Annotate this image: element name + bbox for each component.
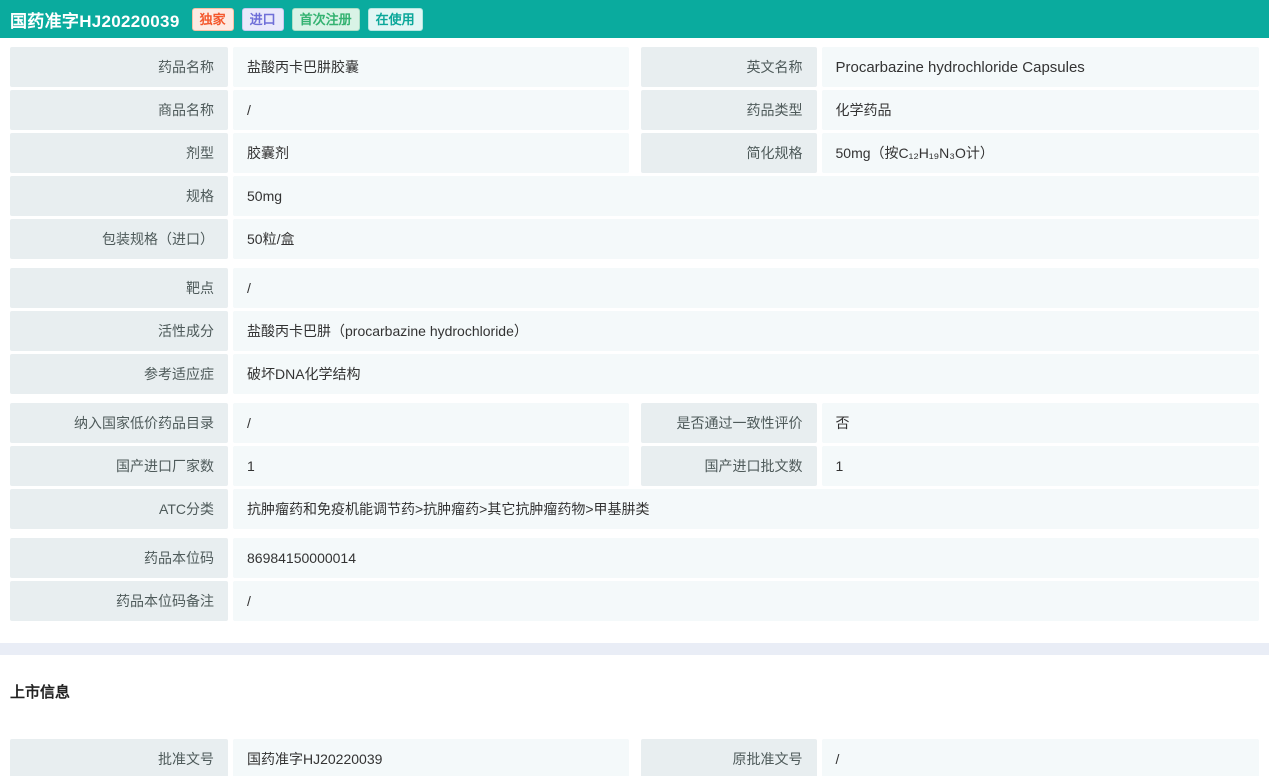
field-value: 1 — [233, 446, 629, 486]
badge-imported: 进口 — [242, 8, 284, 31]
badge-exclusive: 独家 — [192, 8, 234, 31]
field-value: Procarbazine hydrochloride Capsules — [822, 47, 1260, 87]
field-value: 国药准字HJ20220039 — [233, 739, 629, 776]
field-value: 抗肿瘤药和免疫机能调节药>抗肿瘤药>其它抗肿瘤药物>甲基肼类 — [233, 489, 1259, 529]
section-title-market-info: 上市信息 — [10, 681, 1269, 702]
field-value: / — [822, 739, 1260, 776]
section-standard-code: 药品本位码 86984150000014 药品本位码备注 / — [10, 538, 1259, 621]
field-label: 参考适应症 — [10, 354, 228, 394]
field-label: 英文名称 — [641, 47, 817, 87]
field-label: 药品类型 — [641, 90, 817, 130]
field-value: 盐酸丙卡巴肼胶囊 — [233, 47, 629, 87]
field-row-approval-no: 批准文号 国药准字HJ20220039 原批准文号 / — [10, 739, 1259, 776]
field-row-standard-code-note: 药品本位码备注 / — [10, 581, 1259, 621]
field-row-drug-name: 药品名称 盐酸丙卡巴肼胶囊 英文名称 Procarbazine hydrochl… — [10, 47, 1259, 87]
field-value: 胶囊剂 — [233, 133, 629, 173]
market-info-panel: 批准文号 国药准字HJ20220039 原批准文号 / — [0, 730, 1269, 776]
badge-in-use: 在使用 — [368, 8, 423, 31]
field-label: 简化规格 — [641, 133, 817, 173]
section-market-approval: 批准文号 国药准字HJ20220039 原批准文号 / — [10, 739, 1259, 776]
field-value: 86984150000014 — [233, 538, 1259, 578]
field-value: 50粒/盒 — [233, 219, 1259, 259]
field-label: 包装规格（进口） — [10, 219, 228, 259]
section-catalog-counts: 纳入国家低价药品目录 / 是否通过一致性评价 否 国产进口厂家数 1 国产进口批… — [10, 403, 1259, 529]
field-row-spec: 规格 50mg — [10, 176, 1259, 216]
field-row-dosage-form: 剂型 胶囊剂 简化规格 50mg（按C₁₂H₁₉N₃O计） — [10, 133, 1259, 173]
field-label: 药品本位码 — [10, 538, 228, 578]
section-names-specs: 药品名称 盐酸丙卡巴肼胶囊 英文名称 Procarbazine hydrochl… — [10, 47, 1259, 259]
drug-detail-page: 国药准字HJ20220039 独家 进口 首次注册 在使用 药品名称 盐酸丙卡巴… — [0, 0, 1269, 776]
field-value: / — [233, 90, 629, 130]
field-row-low-price-list: 纳入国家低价药品目录 / 是否通过一致性评价 否 — [10, 403, 1259, 443]
field-value: / — [233, 403, 629, 443]
field-label: 靶点 — [10, 268, 228, 308]
approval-number-title: 国药准字HJ20220039 — [10, 7, 180, 32]
field-label: 原批准文号 — [641, 739, 817, 776]
field-label: 药品名称 — [10, 47, 228, 87]
field-value: 化学药品 — [822, 90, 1260, 130]
field-row-trade-name: 商品名称 / 药品类型 化学药品 — [10, 90, 1259, 130]
field-value: 1 — [822, 446, 1260, 486]
field-label: 国产进口厂家数 — [10, 446, 228, 486]
field-label: 纳入国家低价药品目录 — [10, 403, 228, 443]
field-label: 规格 — [10, 176, 228, 216]
field-row-target: 靶点 / — [10, 268, 1259, 308]
field-value: 否 — [822, 403, 1260, 443]
field-value: / — [233, 581, 1259, 621]
approval-number-bar: 国药准字HJ20220039 独家 进口 首次注册 在使用 — [0, 0, 1269, 38]
field-label: 国产进口批文数 — [641, 446, 817, 486]
field-label: 是否通过一致性评价 — [641, 403, 817, 443]
field-value: / — [233, 268, 1259, 308]
field-row-manufacturer-count: 国产进口厂家数 1 国产进口批文数 1 — [10, 446, 1259, 486]
section-target-ingredient: 靶点 / 活性成分 盐酸丙卡巴肼（procarbazine hydrochlor… — [10, 268, 1259, 394]
field-label: 活性成分 — [10, 311, 228, 351]
field-value: 盐酸丙卡巴肼（procarbazine hydrochloride） — [233, 311, 1259, 351]
field-label: 商品名称 — [10, 90, 228, 130]
field-row-reference-indication: 参考适应症 破坏DNA化学结构 — [10, 354, 1259, 394]
field-row-active-ingredient: 活性成分 盐酸丙卡巴肼（procarbazine hydrochloride） — [10, 311, 1259, 351]
field-label: 剂型 — [10, 133, 228, 173]
field-value: 50mg（按C₁₂H₁₉N₃O计） — [822, 133, 1260, 173]
field-value: 破坏DNA化学结构 — [233, 354, 1259, 394]
basic-info-panel: 药品名称 盐酸丙卡巴肼胶囊 英文名称 Procarbazine hydrochl… — [0, 38, 1269, 621]
field-label: ATC分类 — [10, 489, 228, 529]
field-row-atc-class: ATC分类 抗肿瘤药和免疫机能调节药>抗肿瘤药>其它抗肿瘤药物>甲基肼类 — [10, 489, 1259, 529]
field-row-package-spec: 包装规格（进口） 50粒/盒 — [10, 219, 1259, 259]
field-row-standard-code: 药品本位码 86984150000014 — [10, 538, 1259, 578]
field-label: 批准文号 — [10, 739, 228, 776]
badge-first-registration: 首次注册 — [292, 8, 360, 31]
section-divider — [0, 643, 1269, 655]
field-value: 50mg — [233, 176, 1259, 216]
field-label: 药品本位码备注 — [10, 581, 228, 621]
